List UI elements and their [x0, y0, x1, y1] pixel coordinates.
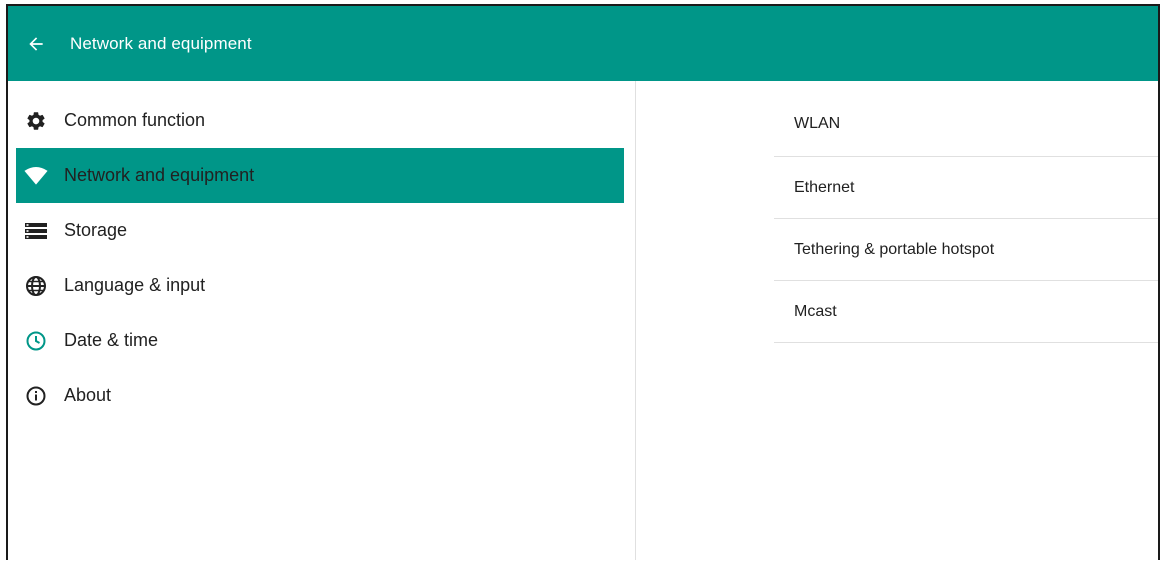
back-button[interactable]	[8, 6, 62, 81]
sidebar-item-network-and-equipment[interactable]: Network and equipment	[16, 148, 624, 203]
sidebar-item-date-time[interactable]: Date & time	[16, 313, 624, 368]
sidebar-item-storage[interactable]: Storage	[16, 203, 624, 258]
list-item-mcast[interactable]: Mcast	[774, 281, 1158, 343]
sidebar-item-label: Date & time	[64, 330, 159, 350]
sidebar-item-about[interactable]: About	[16, 368, 624, 423]
list-item-tethering-hotspot[interactable]: Tethering & portable hotspot	[774, 219, 1158, 281]
sidebar-item-label: Common function	[64, 110, 206, 130]
sidebar-item-label: Network and equipment	[64, 165, 255, 185]
storage-icon	[24, 219, 48, 243]
network-settings-list: WLAN Ethernet Tethering & portable hotsp…	[774, 81, 1158, 560]
globe-icon	[24, 274, 48, 298]
info-icon	[24, 384, 48, 408]
sidebar-item-label: About	[64, 385, 112, 405]
gear-icon	[24, 109, 48, 133]
list-item-wlan[interactable]: WLAN	[774, 81, 1158, 157]
sidebar-item-label: Storage	[64, 220, 128, 240]
page-title: Network and equipment	[70, 33, 252, 53]
sidebar-item-label: Language & input	[64, 275, 206, 295]
settings-sidebar: Common function Network and equipment St…	[8, 81, 636, 560]
wifi-icon	[24, 164, 48, 188]
clock-icon	[24, 329, 48, 353]
list-item-ethernet[interactable]: Ethernet	[774, 157, 1158, 219]
arrow-left-icon	[29, 36, 43, 51]
sidebar-item-common-function[interactable]: Common function	[16, 93, 624, 148]
sidebar-item-language-input[interactable]: Language & input	[16, 258, 624, 313]
settings-window: Network and equipment Common function Ne…	[6, 4, 1160, 560]
app-bar: Network and equipment	[8, 6, 1158, 81]
